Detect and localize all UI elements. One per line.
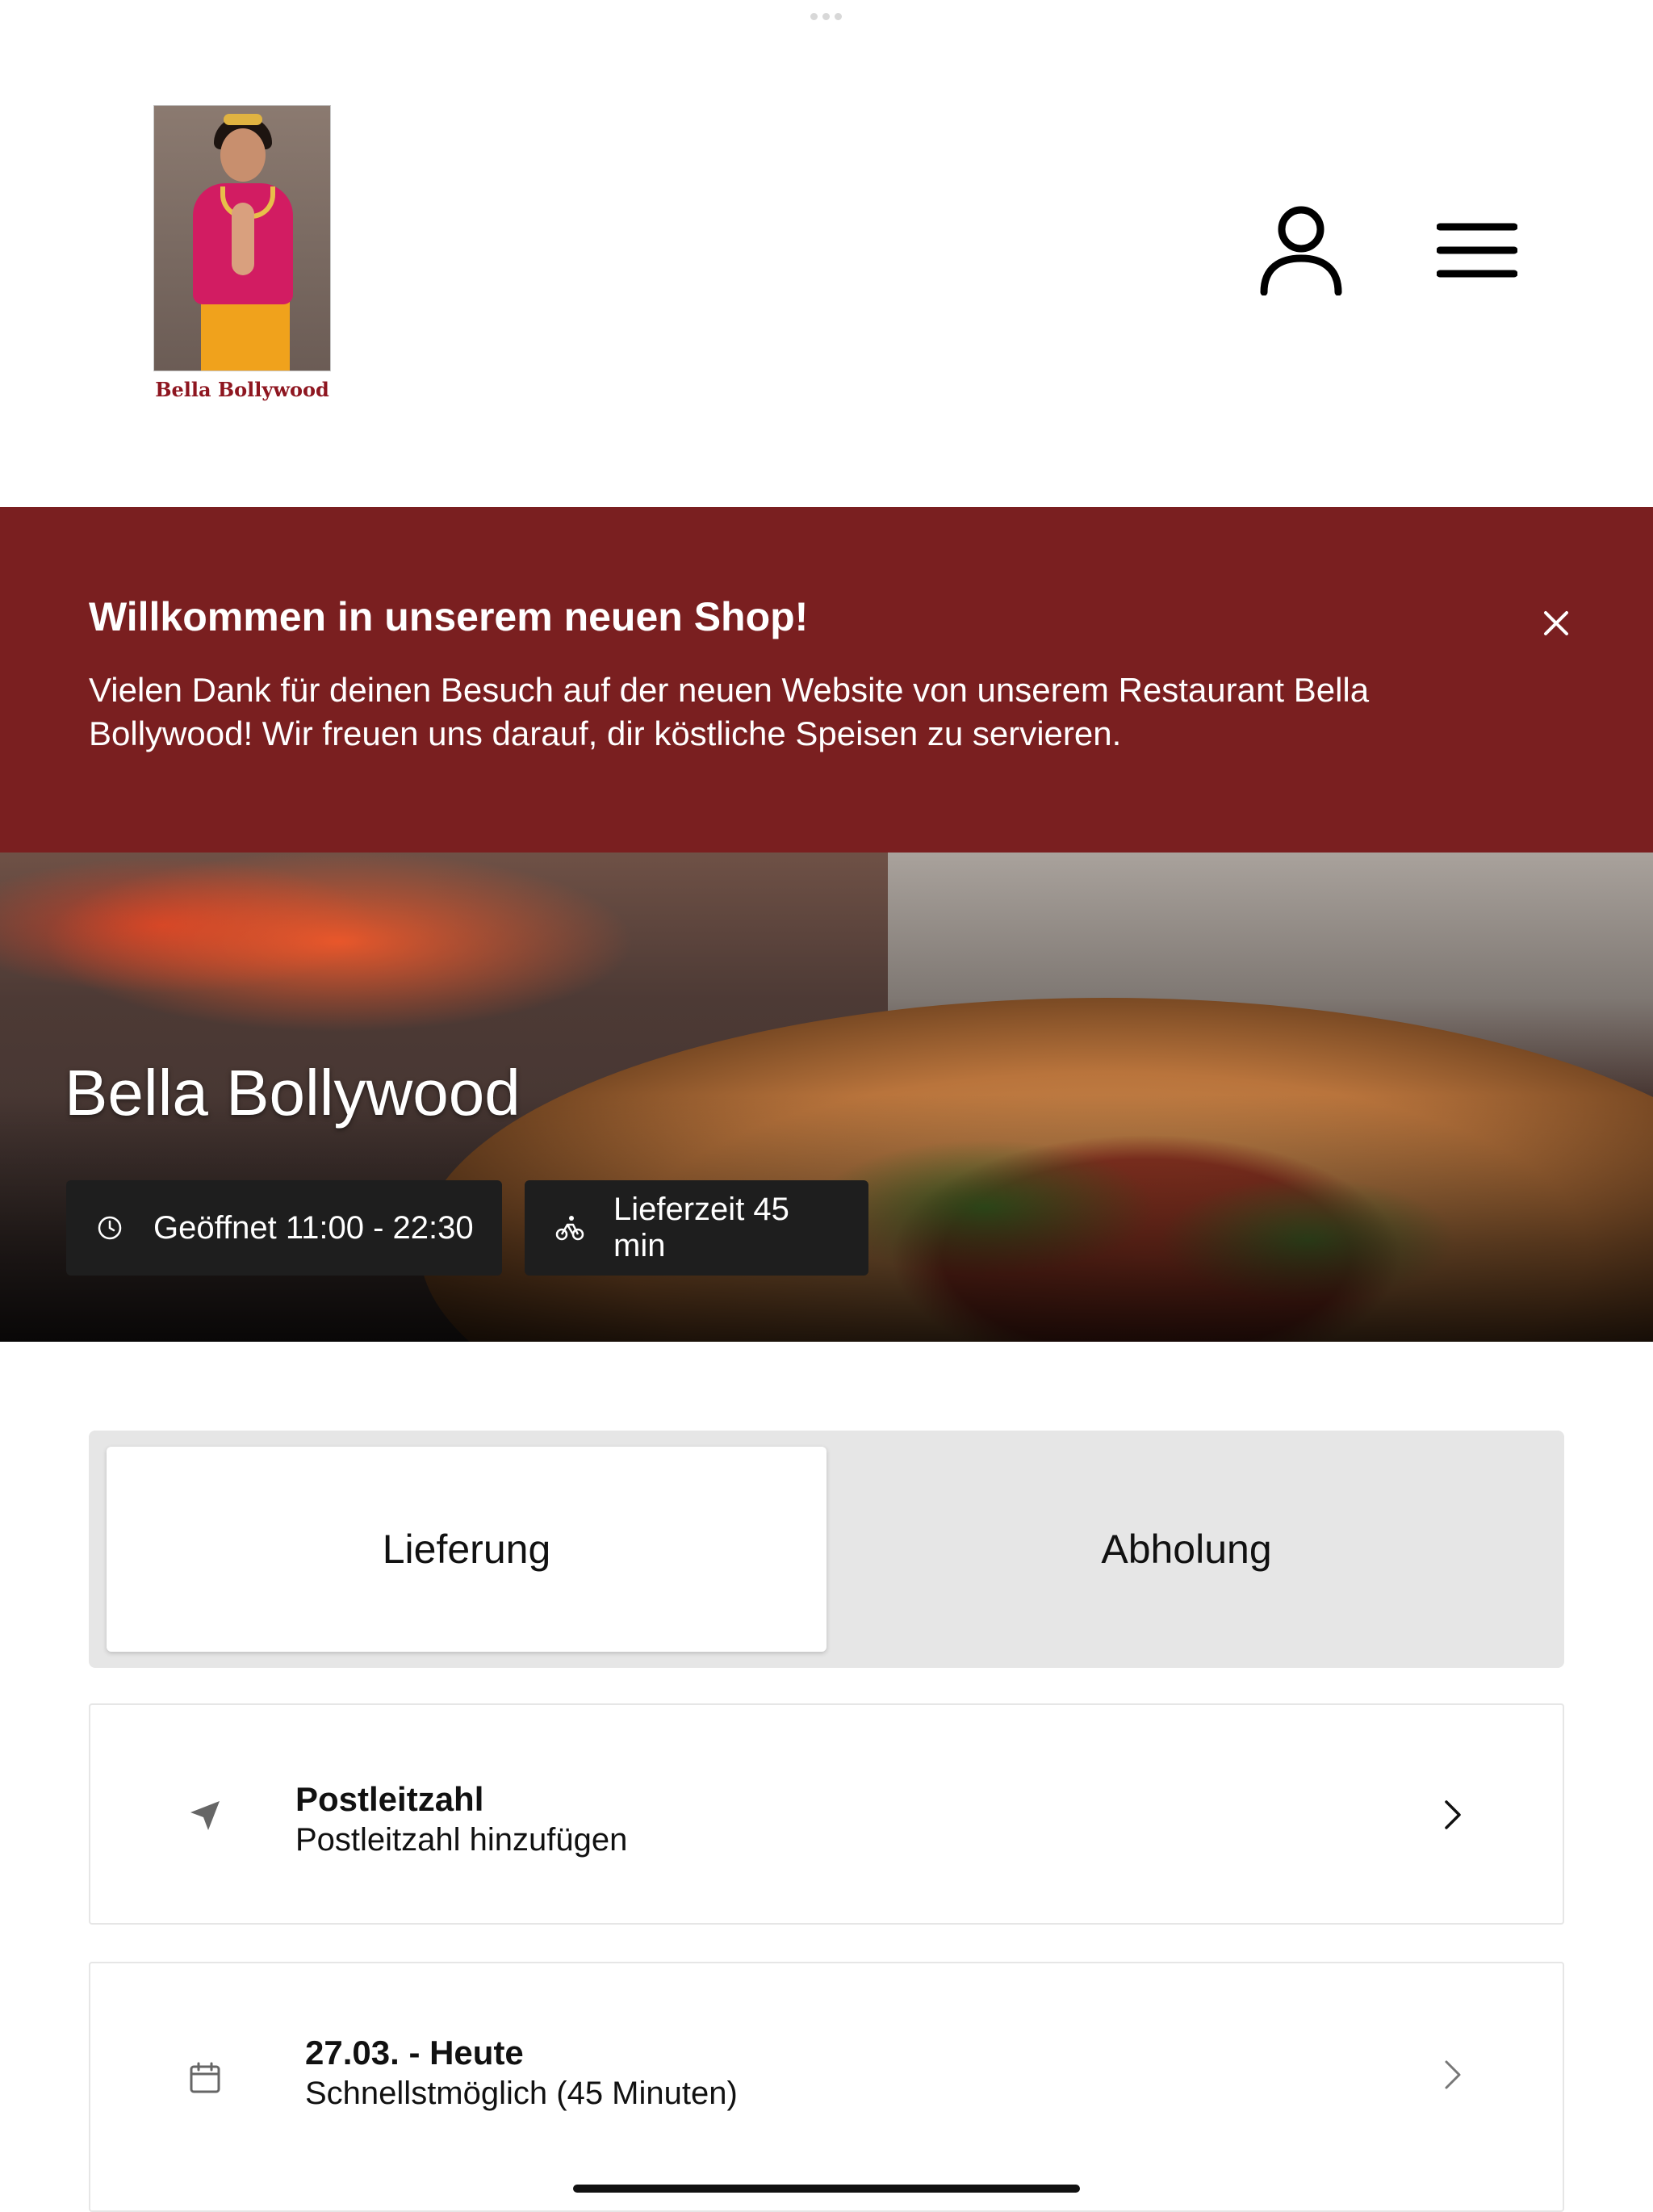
bicycle-icon [555, 1213, 584, 1242]
restaurant-name: Bella Bollywood [65, 1057, 521, 1129]
schedule-title: 27.03. - Heute [305, 2034, 524, 2072]
postcode-selector[interactable]: Postleitzahl Postleitzahl hinzufügen [89, 1703, 1564, 1925]
welcome-banner: Willkommen in unserem neuen Shop! Vielen… [0, 507, 1653, 853]
delivery-time-text: Lieferzeit 45 min [613, 1192, 789, 1263]
hero-badges: Geöffnet 11:00 - 22:30 Lieferzeit 45 min [66, 1180, 868, 1276]
restaurant-logo[interactable]: Bella Bollywood [153, 105, 331, 401]
site-header: Bella Bollywood [0, 0, 1653, 507]
chevron-right-icon [1437, 2059, 1469, 2091]
schedule-subtitle: Schnellstmöglich (45 Minuten) [305, 2076, 738, 2111]
postcode-subtitle: Postleitzahl hinzufügen [295, 1822, 628, 1858]
opening-hours-badge: Geöffnet 11:00 - 22:30 [66, 1180, 502, 1276]
clock-icon [95, 1213, 124, 1242]
chevron-right-icon [1437, 1799, 1469, 1831]
banner-title: Willkommen in unserem neuen Shop! [89, 594, 809, 639]
location-arrow-icon [179, 1790, 231, 1841]
logo-text: Bella Bollywood [155, 378, 329, 401]
banner-text: Vielen Dank für deinen Besuch auf der ne… [89, 671, 1370, 752]
tab-pickup[interactable]: Abholung [826, 1447, 1546, 1652]
hero-section: Bella Bollywood Geöffnet 11:00 - 22:30 L [0, 853, 1653, 1342]
banner-close-button[interactable] [1534, 602, 1579, 647]
account-button[interactable] [1251, 202, 1351, 302]
hamburger-menu-icon [1436, 222, 1518, 283]
user-icon [1259, 205, 1343, 300]
opening-hours-text: Geöffnet 11:00 - 22:30 [153, 1209, 474, 1246]
order-mode-toggle: Lieferung Abholung [89, 1431, 1564, 1668]
logo-image [153, 105, 331, 371]
delivery-time-badge: Lieferzeit 45 min [525, 1180, 868, 1276]
tab-delivery[interactable]: Lieferung [107, 1447, 826, 1652]
menu-button[interactable] [1429, 212, 1525, 292]
home-indicator[interactable] [573, 2185, 1080, 2193]
delivery-time-selector[interactable]: 27.03. - Heute Schnellstmöglich (45 Minu… [89, 1962, 1564, 2212]
close-icon [1543, 610, 1569, 640]
postcode-title: Postleitzahl [295, 1780, 484, 1818]
calendar-icon [179, 2052, 231, 2104]
